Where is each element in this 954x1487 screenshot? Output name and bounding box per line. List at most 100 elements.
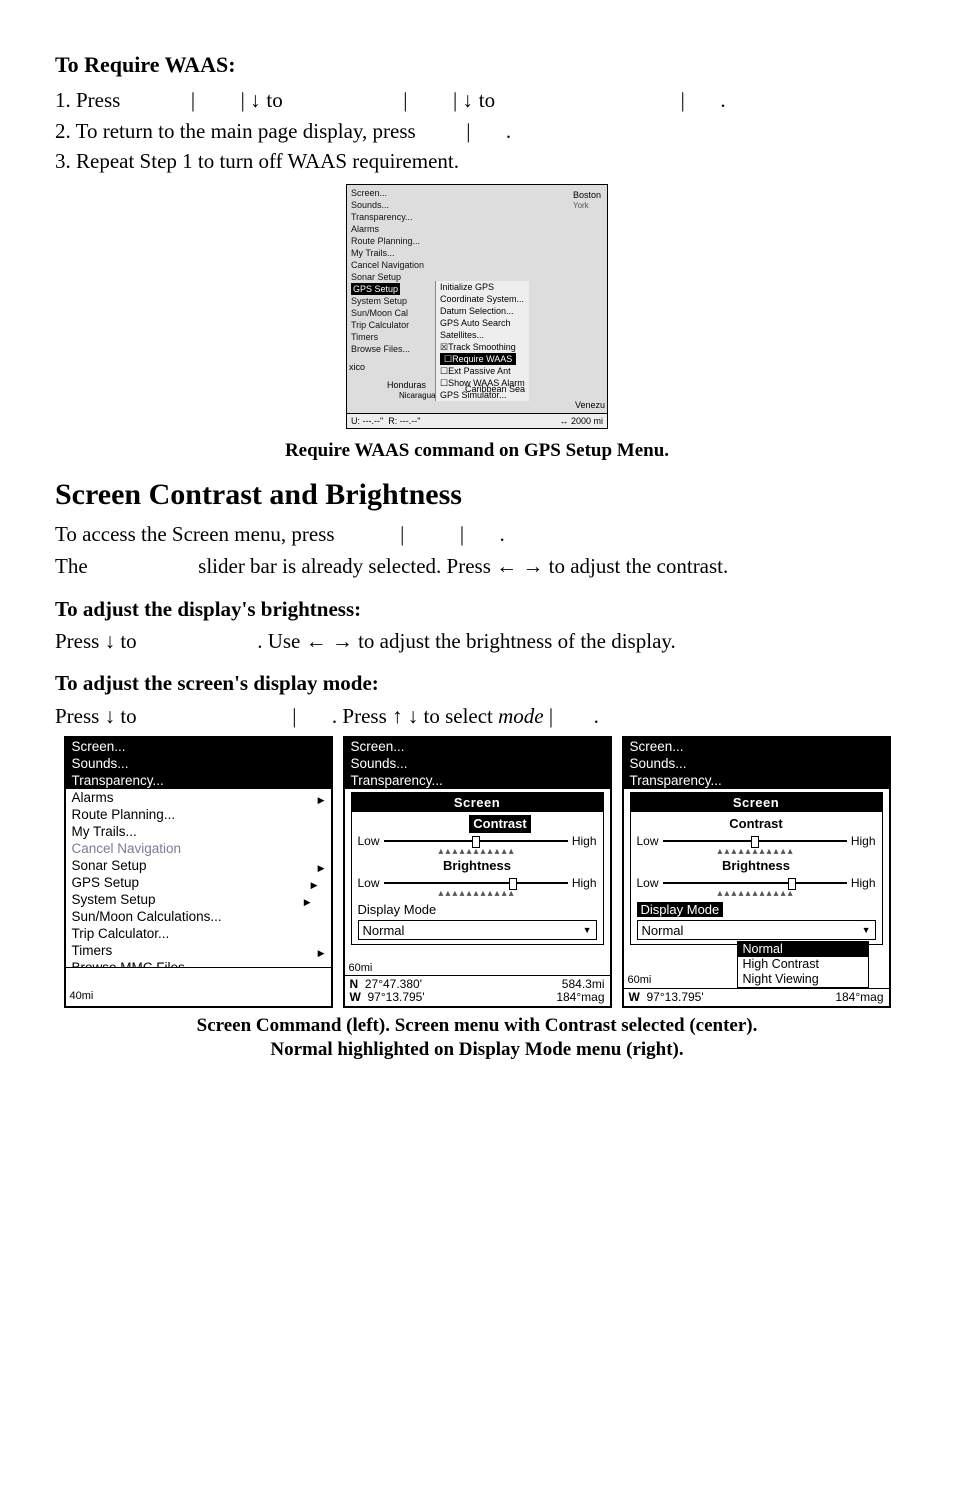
c-high2: High — [572, 875, 597, 891]
figure1-caption: Require WAAS command on GPS Setup Menu. — [55, 438, 899, 464]
r-scale: 60mi — [628, 973, 652, 988]
figure-gps-setup: Boston York Screen... Sounds... Transpar… — [346, 184, 608, 429]
r-popup: Screen Contrast Low High ▴▴▴▴▴▴▴▴▴▴▴ Bri… — [630, 792, 883, 946]
r-opt-high: High Contrast — [738, 957, 868, 972]
l-route: Route Planning... — [66, 806, 331, 823]
map-nicaragua: Nicaragua — [399, 391, 435, 402]
map-xico: xico — [349, 361, 365, 373]
s-track: Track Smoothing — [448, 342, 516, 352]
c-low1: Low — [358, 833, 380, 849]
c-dm-label: Display Mode — [358, 901, 597, 919]
bar: | — [453, 88, 457, 112]
r-dm-box: Normal ▼ — [637, 920, 876, 940]
hmode-colon: : — [372, 671, 379, 695]
s-init: Initialize GPS — [440, 281, 525, 293]
ticks: ▴▴▴▴▴▴▴▴▴▴▴ — [358, 891, 597, 897]
l-sys-t: System Setup — [72, 892, 156, 907]
chevron-right-icon: ▶ — [304, 891, 311, 911]
dot: . — [720, 88, 725, 112]
dot: . — [500, 522, 505, 546]
m-cancel: Cancel Navigation — [351, 259, 603, 271]
slider-thumb — [509, 878, 517, 890]
r-coord-w: 97°13.795' — [647, 990, 704, 1004]
l-scale: 40mi — [70, 989, 94, 1004]
l-gps: GPS Setup ▶ — [66, 874, 331, 891]
l-trans: Transparency... — [66, 772, 331, 789]
slider-thumb — [472, 836, 480, 848]
r-dm-label: Display Mode — [637, 902, 724, 917]
l-timers-t: Timers — [72, 943, 113, 958]
para-display-mode: Press ↓ to | . Press ↑ ↓ to select mode … — [55, 702, 899, 730]
r-low2: Low — [637, 875, 659, 891]
p4-b: . Press ↑ ↓ to select — [332, 704, 498, 728]
m-sounds: Sounds... — [351, 199, 603, 211]
map-boston: Boston — [573, 189, 601, 201]
bar: | — [191, 88, 195, 112]
slider-thumb — [788, 878, 796, 890]
c-low2: Low — [358, 875, 380, 891]
p3-a: Press ↓ to — [55, 629, 137, 653]
heading-display-mode: To adjust the screen's display mode: — [55, 669, 899, 697]
step1-to2: to — [479, 88, 495, 112]
status-scale: ↔ 2000 mi — [559, 415, 603, 427]
m-trails: My Trails... — [351, 247, 603, 259]
r-opt-normal: Normal — [738, 942, 868, 957]
caption2-l1: Screen Command (left). Screen menu with … — [55, 1014, 899, 1038]
chevron-right-icon: ▶ — [311, 874, 318, 894]
l-screen: Screen... — [66, 738, 331, 755]
r-high2: High — [851, 875, 876, 891]
s-auto: GPS Auto Search — [440, 317, 525, 329]
r-bright-label: Brightness — [637, 857, 876, 875]
p2-the: The — [55, 554, 88, 578]
l-gps-t: GPS Setup — [72, 875, 140, 890]
s-coord: Coordinate System... — [440, 293, 525, 305]
c-bright-label: Brightness — [358, 857, 597, 875]
step-2: 2. To return to the main page display, p… — [55, 117, 899, 145]
c-scale: 60mi — [349, 961, 373, 976]
down-arrow-icon: ↓ — [462, 89, 478, 112]
m-trans: Transparency... — [351, 211, 603, 223]
bar: | — [460, 522, 464, 546]
map-york: York — [573, 201, 601, 212]
r-trans: Transparency... — [624, 772, 889, 789]
three-panels: Screen... Sounds... Transparency... Alar… — [55, 736, 899, 1008]
map-venez: Venezu — [575, 399, 605, 411]
r-sounds: Sounds... — [624, 755, 889, 772]
figure2-caption: Screen Command (left). Screen menu with … — [55, 1014, 899, 1062]
c-brg: 184°mag — [556, 991, 604, 1004]
c-coord-w: 97°13.795' — [368, 990, 425, 1004]
bar: | — [292, 704, 296, 728]
m-route: Route Planning... — [351, 235, 603, 247]
p3-b: . Use ← → to adjust the brightness of th… — [257, 629, 676, 653]
s-sat: Satellites... — [440, 329, 525, 341]
para-brightness: Press ↓ to . Use ← → to adjust the brigh… — [55, 627, 899, 655]
dropdown-icon: ▼ — [583, 924, 592, 936]
r-dm-list: Normal High Contrast Night Viewing — [737, 941, 869, 988]
c-screen: Screen... — [345, 738, 610, 755]
c-dist: 584.3mi — [556, 978, 604, 991]
down-arrow-icon: ↓ — [250, 89, 266, 112]
c-dm-value: Normal — [363, 922, 405, 940]
bar: | — [403, 88, 407, 112]
ticks: ▴▴▴▴▴▴▴▴▴▴▴ — [637, 891, 876, 897]
chevron-right-icon: ▶ — [318, 857, 325, 877]
r-brg: 184°mag — [835, 991, 883, 1004]
slider-thumb — [751, 836, 759, 848]
s-datum: Datum Selection... — [440, 305, 525, 317]
r-low1: Low — [637, 833, 659, 849]
heading-screen-contrast: Screen Contrast and Brightness — [55, 475, 899, 516]
step1-press: 1. Press — [55, 88, 120, 112]
r-screen: Screen... — [624, 738, 889, 755]
c-sounds: Sounds... — [345, 755, 610, 772]
bar: | — [400, 522, 404, 546]
step-3: 3. Repeat Step 1 to turn off WAAS requir… — [55, 147, 899, 175]
bar: | — [681, 88, 685, 112]
chevron-right-icon: ▶ — [318, 942, 325, 962]
l-alarms: Alarms▶ — [66, 789, 331, 806]
bar: | — [466, 119, 470, 143]
l-sun: Sun/Moon Calculations... — [66, 908, 331, 925]
c-trans: Transparency... — [345, 772, 610, 789]
panel-right: Screen... Sounds... Transparency... Scre… — [622, 736, 891, 1008]
l-alarms-t: Alarms — [72, 790, 114, 805]
r-opt-night: Night Viewing — [738, 972, 868, 987]
